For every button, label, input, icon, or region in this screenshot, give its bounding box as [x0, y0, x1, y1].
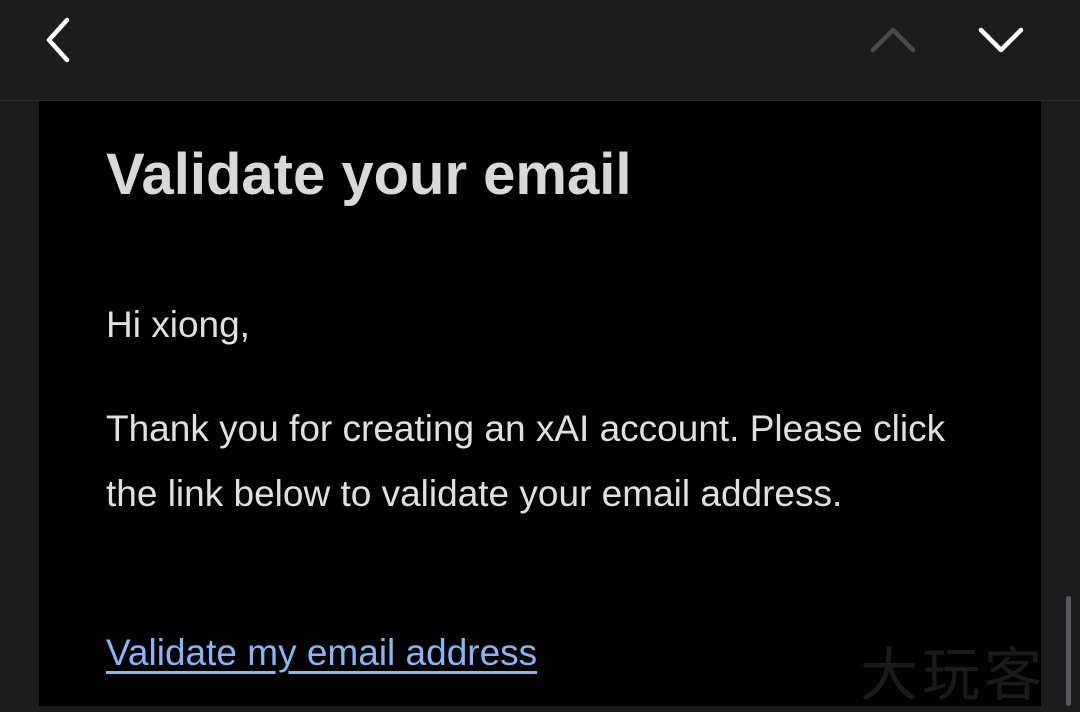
right-margin	[1041, 101, 1080, 706]
email-title: Validate your email	[106, 142, 632, 207]
chevron-left-icon	[46, 17, 70, 63]
chevron-down-icon	[978, 27, 1024, 53]
email-content: Validate your email Hi xiong, Thank you …	[39, 101, 1041, 706]
watermark-logo: 大玩客	[860, 641, 1047, 709]
back-button[interactable]	[30, 12, 86, 68]
scrollbar-thumb[interactable]	[1066, 596, 1071, 706]
chevron-up-icon	[870, 27, 916, 53]
body-text: Thank you for creating an xAI account. P…	[106, 408, 946, 514]
previous-email-button[interactable]	[862, 12, 924, 68]
left-margin	[0, 101, 39, 706]
validate-email-link[interactable]: Validate my email address	[106, 632, 537, 674]
greeting-text: Hi xiong,	[106, 304, 250, 345]
top-navigation-bar	[0, 0, 1080, 101]
next-email-button[interactable]	[970, 12, 1032, 68]
